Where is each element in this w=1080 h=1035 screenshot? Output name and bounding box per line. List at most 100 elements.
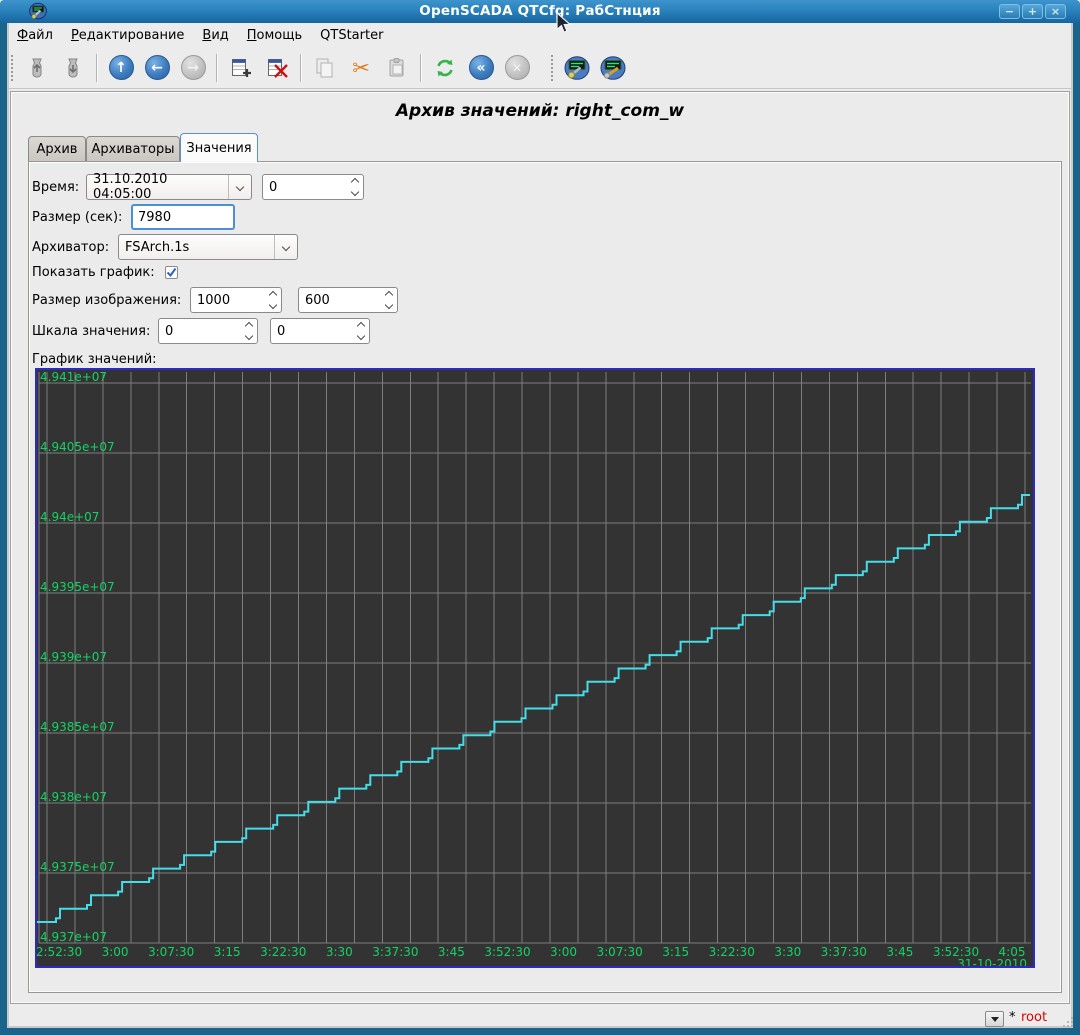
svg-text:3:00: 3:00 [102,945,129,959]
window-title: OpenSCADA QTCfg: РабСтнция [0,3,1080,19]
svg-text:3:45: 3:45 [438,945,465,959]
paste-button[interactable] [383,54,411,82]
statusbar-user-dropdown[interactable] [985,1011,1004,1027]
load-icon [25,56,49,80]
scale-min-spinbox[interactable]: 0 [158,318,258,344]
close-icon: × [1051,6,1060,17]
spin-down-icon[interactable] [384,301,392,309]
svg-text:4.939e+07: 4.939e+07 [40,650,107,664]
save-button[interactable] [59,54,87,82]
qtcfg-icon [564,55,590,81]
spin-down-icon[interactable] [356,332,364,340]
window-inner-edge-left [7,23,9,1028]
chart-canvas: 4.941e+074.9405e+074.94e+074.9395e+074.9… [37,370,1033,966]
svg-text:3:37:30: 3:37:30 [372,945,418,959]
dropdown-button[interactable] [228,175,251,199]
menu-edit[interactable]: Редактирование [62,26,193,45]
load-button[interactable] [23,54,51,82]
minimize-icon: − [1005,6,1014,17]
window-inner-edge-right [1071,23,1073,1028]
spin-up-icon[interactable] [384,291,392,299]
size-input[interactable]: 7980 [131,204,235,230]
svg-text:31-10-2010: 31-10-2010 [957,957,1027,966]
chevron-down-icon [282,243,290,251]
svg-text:3:37:30: 3:37:30 [821,945,867,959]
resize-grip[interactable] [1062,1016,1074,1032]
show-plot-checkbox[interactable] [165,266,178,279]
image-height-spinbox[interactable]: 600 [298,287,398,313]
spin-up-icon[interactable] [350,178,358,186]
statusbar-user[interactable]: root [1021,1010,1047,1025]
menu-bar: Файл Редактирование Вид Помощь QTStarter [8,24,1072,47]
toolbar-separator [420,54,422,82]
toolbar-handle[interactable] [551,55,556,81]
svg-text:3:07:30: 3:07:30 [596,945,642,959]
page-title: Архив значений: right_com_w [0,101,1080,121]
qtvision-button[interactable] [599,54,627,82]
window-border-left [0,23,7,1035]
toolbar-separator [96,54,98,82]
cut-icon: ✂ [352,56,370,80]
arrow-left-icon: ← [145,55,170,80]
arrow-up-icon: ↑ [109,55,134,80]
svg-text:4.9385e+07: 4.9385e+07 [40,720,115,734]
close-button[interactable]: × [1045,4,1066,19]
back-button[interactable]: ← [143,54,171,82]
tab-archivators[interactable]: Архиваторы [86,136,180,161]
maximize-icon: + [1028,6,1037,17]
up-button[interactable]: ↑ [107,54,135,82]
forward-button[interactable]: → [179,54,207,82]
svg-text:3:15: 3:15 [214,945,241,959]
svg-text:4.9395e+07: 4.9395e+07 [40,580,115,594]
menu-help[interactable]: Помощь [238,26,311,45]
spin-up-icon[interactable] [268,291,276,299]
stop-button[interactable]: ✕ [503,54,531,82]
toolbar: ↑ ← → [8,47,1072,89]
application-window: OpenSCADA QTCfg: РабСтнция − + × Файл Ре… [0,0,1080,1035]
copy-button[interactable] [311,54,339,82]
mouse-cursor [556,12,572,38]
toolbar-handle[interactable] [11,55,16,81]
svg-text:3:15: 3:15 [662,945,689,959]
time-usec-spinbox[interactable]: 0 [262,174,364,200]
menu-file[interactable]: Файл [8,26,62,45]
archiver-combobox[interactable]: FSArch.1s [118,234,298,260]
svg-text:3:30: 3:30 [774,945,801,959]
menu-qtstarter[interactable]: QTStarter [311,26,392,45]
dropdown-button[interactable] [274,235,297,259]
copy-icon [313,56,337,80]
window-inner-edge-bottom [7,1026,1073,1028]
refresh-icon [433,56,457,80]
tab-archive[interactable]: Архив [28,136,86,161]
svg-text:4.938e+07: 4.938e+07 [40,790,107,804]
spin-down-icon[interactable] [350,188,358,196]
maximize-button[interactable]: + [1022,4,1043,19]
refresh-button[interactable] [431,54,459,82]
minimize-button[interactable]: − [999,4,1020,19]
tab-values[interactable]: Значения [180,133,258,162]
image-size-label: Размер изображения: [32,287,181,313]
item-add-icon [229,56,253,80]
spin-up-icon[interactable] [356,322,364,330]
start-icon: « [469,55,494,80]
values-trend-chart: 4.941e+074.9405e+074.94e+074.9395e+074.9… [35,368,1035,968]
menu-view[interactable]: Вид [193,26,237,45]
image-width-spinbox[interactable]: 1000 [190,287,282,313]
svg-text:4.9375e+07: 4.9375e+07 [40,860,115,874]
start-button[interactable]: « [467,54,495,82]
svg-text:4.937e+07: 4.937e+07 [40,930,107,944]
item-add-button[interactable] [227,54,255,82]
time-combobox[interactable]: 31.10.2010 04:05:00 [86,174,252,200]
check-icon [166,267,177,278]
svg-text:3:45: 3:45 [886,945,913,959]
svg-text:4.941e+07: 4.941e+07 [40,370,107,384]
item-delete-button[interactable] [263,54,291,82]
cut-button[interactable]: ✂ [347,54,375,82]
spin-down-icon[interactable] [244,332,252,340]
spin-down-icon[interactable] [268,301,276,309]
spin-up-icon[interactable] [244,322,252,330]
qtcfg-button[interactable] [563,54,591,82]
scale-max-spinbox[interactable]: 0 [270,318,370,344]
resize-grip-icon [1062,1016,1074,1028]
chevron-down-icon [236,183,244,191]
